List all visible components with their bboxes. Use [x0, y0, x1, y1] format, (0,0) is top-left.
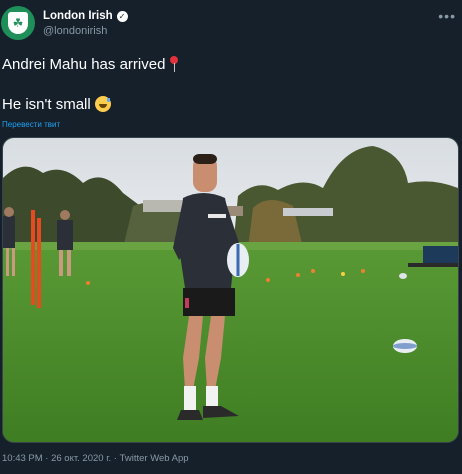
- tweet-header: ☘ London Irish ✓ @londonirish •••: [0, 0, 462, 48]
- tweet-photo[interactable]: [2, 137, 459, 443]
- display-name-row[interactable]: London Irish ✓: [43, 9, 128, 23]
- display-name[interactable]: London Irish: [43, 9, 113, 23]
- training-photo-illustration: [3, 138, 458, 442]
- more-options-icon[interactable]: •••: [438, 8, 456, 24]
- grinning-sweat-icon: [94, 96, 111, 112]
- round-pushpin-icon: [170, 56, 179, 72]
- verified-badge-icon: ✓: [116, 10, 128, 22]
- tweet-text-1: Andrei Mahu has arrived: [2, 56, 166, 73]
- handle[interactable]: @londonirish: [43, 24, 128, 38]
- club-crest-icon: ☘: [8, 12, 28, 34]
- tweet-timestamp[interactable]: 10:43 PM · 26 окт. 2020 г. · Twitter Web…: [2, 453, 189, 464]
- author-names: London Irish ✓ @londonirish: [43, 9, 128, 38]
- avatar[interactable]: ☘: [1, 6, 35, 40]
- tweet-text-2: He isn't small: [2, 96, 91, 113]
- translate-tweet-link[interactable]: Перевести твит: [2, 120, 60, 129]
- tweet-text-line-1: Andrei Mahu has arrived: [2, 56, 179, 74]
- tweet-text-line-2: He isn't small: [2, 96, 111, 114]
